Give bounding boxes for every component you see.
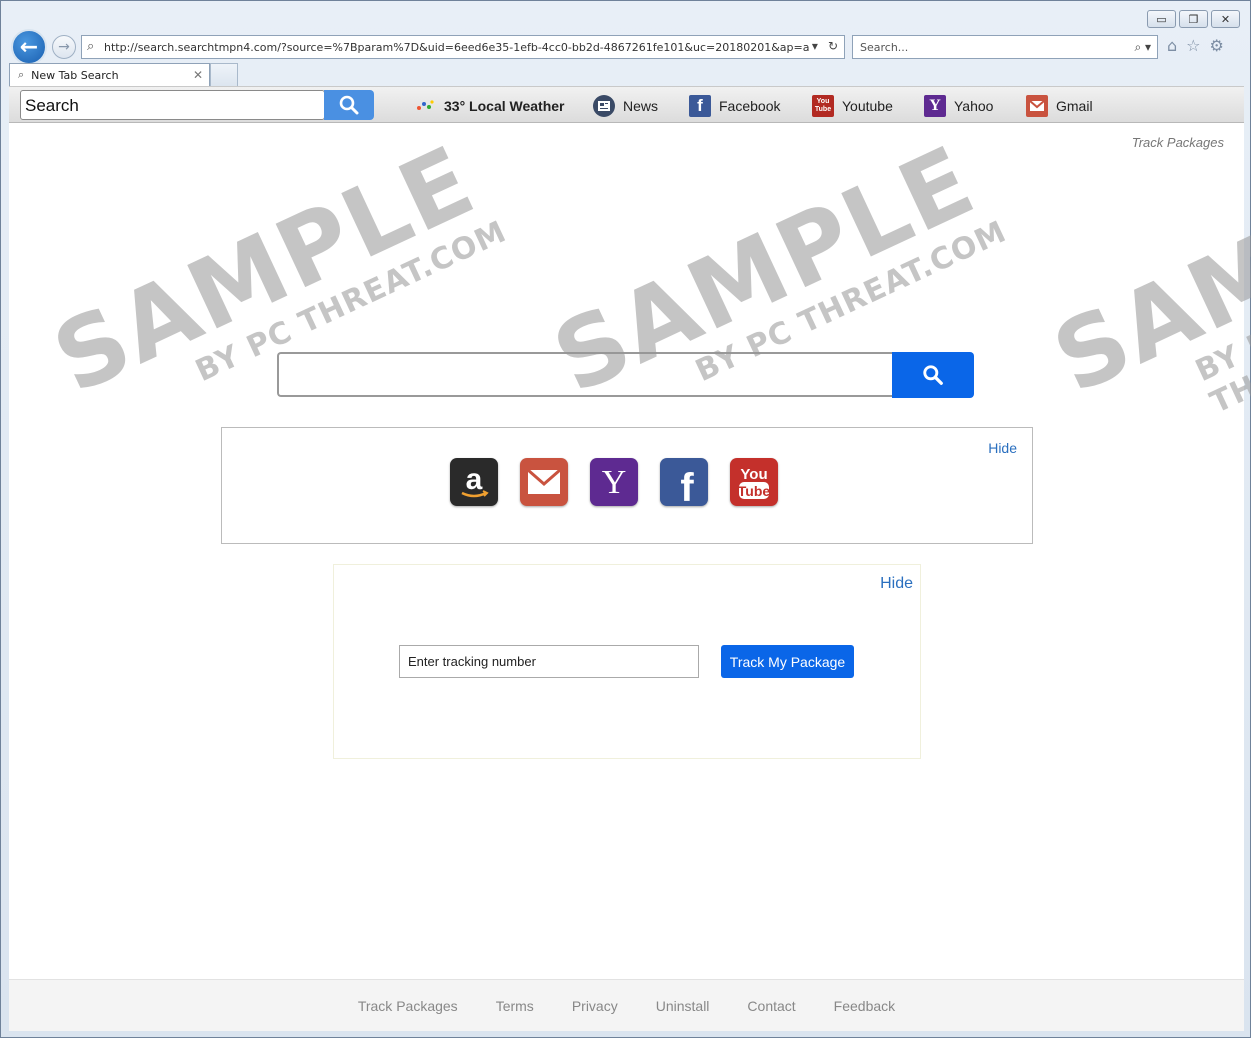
svg-text:Tube: Tube: [738, 483, 771, 499]
youtube-icon: You Tube: [812, 95, 834, 117]
toolbar-link-youtube[interactable]: You Tube Youtube: [812, 93, 893, 119]
weather-icon: [414, 95, 436, 117]
search-icon: ⌕: [87, 39, 95, 54]
close-window-button[interactable]: ✕: [1211, 10, 1240, 28]
gmail-icon: [1026, 95, 1048, 117]
shortcuts-hide-link[interactable]: Hide: [988, 440, 1017, 456]
search-dropdown-icon[interactable]: ⌕ ▾: [1134, 40, 1157, 55]
arrow-left-icon: ←: [19, 34, 39, 60]
footer-link-contact[interactable]: Contact: [747, 998, 795, 1014]
facebook-label: Facebook: [719, 98, 781, 114]
refresh-icon[interactable]: ↻: [828, 39, 838, 53]
restore-button[interactable]: ❐: [1179, 10, 1208, 28]
svg-text:Y: Y: [602, 464, 627, 500]
news-icon: [593, 95, 615, 117]
browser-toolbar-icons: ⌂ ☆ ⚙: [1167, 36, 1224, 55]
footer-link-feedback[interactable]: Feedback: [834, 998, 895, 1014]
yahoo-label: Yahoo: [954, 98, 994, 114]
svg-text:f: f: [680, 466, 694, 502]
toolbar-link-gmail[interactable]: Gmail: [1026, 93, 1093, 119]
footer-link-terms[interactable]: Terms: [496, 998, 534, 1014]
yahoo-shortcut-icon[interactable]: Y: [590, 458, 638, 506]
facebook-shortcut-icon[interactable]: f: [660, 458, 708, 506]
package-tracker-panel: Hide Enter tracking number Track My Pack…: [333, 564, 921, 759]
gmail-label: Gmail: [1056, 98, 1093, 114]
favorites-star-icon[interactable]: ☆: [1186, 36, 1200, 55]
news-label: News: [623, 98, 659, 114]
search-icon: [923, 365, 943, 385]
browser-window: ▭ ❐ ✕ ← → ⌕ http://search.searchtmpn4.co…: [0, 0, 1251, 1038]
tracker-hide-link[interactable]: Hide: [880, 575, 913, 593]
footer-link-uninstall[interactable]: Uninstall: [656, 998, 710, 1014]
svg-text:You: You: [740, 466, 767, 483]
toolbar-link-yahoo[interactable]: Y Yahoo: [924, 93, 993, 119]
footer-link-track-packages[interactable]: Track Packages: [358, 998, 458, 1014]
svg-text:a: a: [466, 463, 483, 496]
address-url[interactable]: http://search.searchtmpn4.com/?source=%7…: [104, 41, 809, 54]
settings-gear-icon[interactable]: ⚙: [1210, 36, 1224, 55]
search-icon: [339, 95, 359, 115]
browser-search-placeholder: Search...: [860, 40, 909, 54]
gmail-shortcut-icon[interactable]: [520, 458, 568, 506]
toolbar-link-facebook[interactable]: f Facebook: [689, 93, 780, 119]
toolbar-link-news[interactable]: News: [593, 93, 658, 119]
footer-link-privacy[interactable]: Privacy: [572, 998, 618, 1014]
extension-toolbar: Search 33° Local Weather News f Facebook…: [9, 86, 1244, 123]
minimize-button[interactable]: ▭: [1147, 10, 1176, 28]
close-tab-icon[interactable]: ✕: [193, 68, 203, 82]
amazon-icon[interactable]: a: [450, 458, 498, 506]
main-search-button[interactable]: [892, 352, 974, 398]
back-button[interactable]: ←: [11, 29, 47, 65]
tab-new-tab-search[interactable]: ⌕ New Tab Search ✕: [9, 63, 210, 86]
youtube-shortcut-icon[interactable]: You Tube: [730, 458, 778, 506]
track-my-package-button[interactable]: Track My Package: [721, 645, 854, 678]
new-tab-button[interactable]: [210, 63, 238, 86]
facebook-icon: f: [689, 95, 711, 117]
track-packages-link[interactable]: Track Packages: [1132, 135, 1224, 150]
browser-search-box[interactable]: Search... ⌕ ▾: [852, 35, 1158, 59]
toolbar-search-button[interactable]: [324, 90, 374, 120]
window-controls: ▭ ❐ ✕: [1147, 10, 1240, 28]
footer: Track Packages Terms Privacy Uninstall C…: [9, 979, 1244, 1031]
yahoo-icon: Y: [924, 95, 946, 117]
toolbar-search-input[interactable]: Search: [20, 90, 325, 120]
main-search-input[interactable]: [277, 352, 893, 397]
shortcuts-panel: Hide a Y f You Tube: [221, 427, 1033, 544]
forward-button[interactable]: →: [52, 35, 76, 59]
weather-label: 33° Local Weather: [444, 98, 565, 114]
weather-widget[interactable]: 33° Local Weather: [414, 93, 565, 119]
arrow-right-icon: →: [58, 39, 70, 55]
address-bar[interactable]: ⌕ http://search.searchtmpn4.com/?source=…: [81, 35, 845, 59]
page-content: Track Packages Hide a Y f You Tube Hide …: [9, 123, 1244, 1031]
tracking-number-input[interactable]: Enter tracking number: [399, 645, 699, 678]
tab-search-icon: ⌕: [18, 68, 25, 81]
tab-title: New Tab Search: [31, 68, 119, 82]
home-icon[interactable]: ⌂: [1167, 36, 1177, 55]
youtube-label: Youtube: [842, 98, 893, 114]
dropdown-icon[interactable]: ▾: [812, 39, 818, 53]
